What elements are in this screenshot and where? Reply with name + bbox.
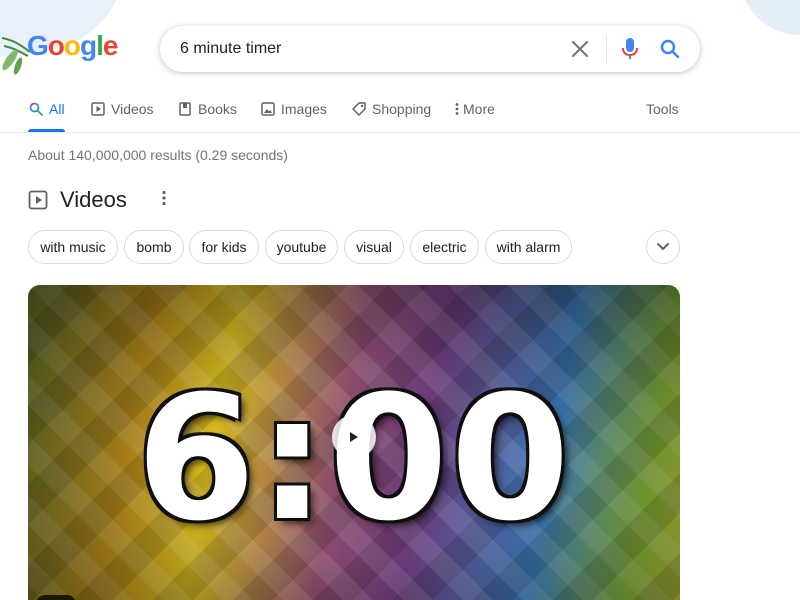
tab-videos[interactable]: Videos [90,96,154,132]
tab-label: Videos [111,101,154,117]
search-button[interactable] [658,37,682,61]
thumbnail-timer-text: 6:00 [28,373,680,545]
chip-with-alarm[interactable]: with alarm [485,230,572,264]
tab-label: Images [281,101,327,117]
close-icon [572,41,588,57]
search-bar [160,26,700,72]
tab-shopping[interactable]: Shopping [351,96,431,132]
search-tabs: All Videos Books Images Shopping More To… [28,96,688,132]
doodle-background-right [740,0,800,35]
tag-icon [351,101,367,117]
clear-search-button[interactable] [568,37,592,61]
tab-books[interactable]: Books [177,96,237,132]
videos-section-header: Videos [28,185,228,215]
play-box-icon [90,101,106,117]
voice-search-button[interactable] [618,37,642,61]
chip-with-music[interactable]: with music [28,230,118,264]
tools-button[interactable]: Tools [646,101,679,117]
chip-youtube[interactable]: youtube [265,230,338,264]
vertical-dots-icon [162,190,166,206]
search-icon [28,101,44,117]
video-thumbnail[interactable]: 6:00 [28,285,680,600]
result-stats: About 140,000,000 results (0.29 seconds) [28,147,288,163]
google-logo[interactable]: Google [0,24,120,75]
chevron-down-icon [657,243,669,250]
tab-more[interactable]: More [453,96,495,132]
vertical-dots-icon [453,101,461,117]
expand-chips-button[interactable] [646,230,680,264]
tab-label: Shopping [372,101,432,117]
chip-visual[interactable]: visual [344,230,404,264]
tab-images[interactable]: Images [260,96,327,132]
play-box-icon [28,190,48,210]
chip-bomb[interactable]: bomb [124,230,184,264]
chip-electric[interactable]: electric [410,230,479,264]
duration-badge [36,595,76,600]
book-icon [177,101,193,117]
videos-more-options-button[interactable] [155,188,173,208]
play-icon [350,432,358,442]
tab-all[interactable]: All [28,96,65,132]
search-icon [660,39,680,59]
chip-for-kids[interactable]: for kids [189,230,259,264]
microphone-icon [622,38,638,59]
logo-wordmark: Google [27,30,118,61]
search-divider [606,35,607,63]
tab-label: Books [198,101,237,117]
tab-label: All [49,101,65,117]
videos-section-title: Videos [60,187,127,212]
tab-label: More [463,101,495,117]
search-input[interactable] [180,26,560,72]
image-icon [260,101,276,117]
tabs-divider [0,132,800,133]
play-button[interactable] [332,415,376,459]
